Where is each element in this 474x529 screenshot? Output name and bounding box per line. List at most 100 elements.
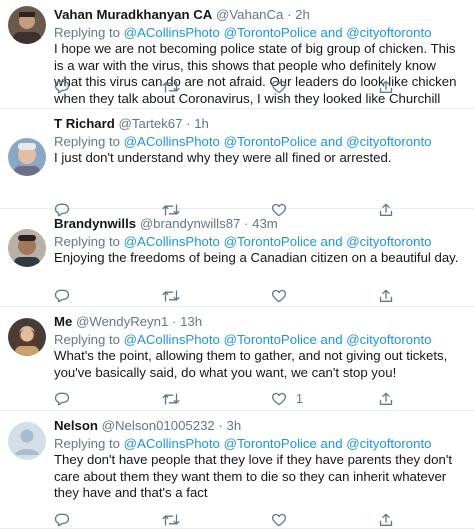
mention-link[interactable]: @cityoftoronto (346, 332, 431, 347)
mention-link[interactable]: @ACollinsPhoto (124, 332, 220, 347)
avatar[interactable] (8, 229, 46, 267)
separator-dot: · (244, 216, 249, 231)
reply-button[interactable] (54, 289, 70, 303)
share-button[interactable] (378, 80, 394, 94)
user-handle[interactable]: @WendyReyn1 (76, 314, 168, 329)
mention-link[interactable]: @ACollinsPhoto (124, 134, 220, 149)
avatar[interactable] (8, 422, 46, 460)
tweet-1[interactable]: Vahan Muradkhanyan CA @VahanCa · 2h Repl… (0, 0, 474, 109)
tweet-text: I just don't understand why they were al… (54, 150, 392, 165)
reply-button[interactable] (54, 80, 70, 94)
mention-link[interactable]: @ACollinsPhoto (124, 234, 220, 249)
replying-to: Replying to @ACollinsPhoto @TorontoPolic… (54, 436, 464, 451)
mention-link[interactable]: @TorontoPolice (224, 436, 317, 451)
tweet-text: I hope we are not becoming police state … (54, 41, 457, 106)
user-name[interactable]: Vahan Muradkhanyan CA (54, 7, 212, 22)
mention-link[interactable]: @ACollinsPhoto (124, 436, 220, 451)
retweet-button[interactable] (162, 80, 180, 94)
separator-dot: · (186, 116, 191, 131)
mention-link[interactable]: @cityoftoronto (346, 25, 431, 40)
mention-link[interactable]: @cityoftoronto (346, 234, 431, 249)
replying-to: Replying to @ACollinsPhoto @TorontoPolic… (54, 134, 464, 149)
share-icon (379, 289, 393, 302)
replying-to-label: Replying to (54, 332, 120, 347)
retweet-button[interactable] (162, 289, 180, 303)
tweet-5[interactable]: Nelson @Nelson01005232 · 3h Replying to … (0, 411, 474, 529)
share-button[interactable] (378, 289, 394, 303)
mention-link[interactable]: @TorontoPolice (224, 234, 317, 249)
retweet-icon (162, 393, 180, 405)
avatar[interactable] (8, 138, 46, 176)
replying-to-label: Replying to (54, 436, 120, 451)
user-handle[interactable]: @Tartek67 (119, 116, 183, 131)
tweet-header: T Richard @Tartek67 · 1h (54, 116, 464, 132)
tweet-header: Brandynwills @brandynwills87 · 43m (54, 216, 464, 232)
like-icon (271, 392, 287, 406)
reply-button[interactable] (54, 392, 70, 406)
share-button[interactable] (378, 392, 394, 406)
tweet-3[interactable]: Brandynwills @brandynwills87 · 43m Reply… (0, 209, 474, 307)
mention-link[interactable]: @cityoftoronto (346, 436, 431, 451)
retweet-button[interactable] (162, 392, 180, 406)
retweet-icon (162, 514, 180, 526)
timestamp[interactable]: 13h (180, 314, 202, 329)
reply-icon (54, 80, 70, 94)
tweet-text: What's the point, allowing them to gathe… (54, 348, 448, 380)
tweet-body: Me @WendyReyn1 · 13h Replying to @AColli… (54, 314, 464, 381)
like-icon (271, 289, 287, 303)
reply-icon (54, 513, 70, 527)
separator-dot: · (171, 314, 177, 329)
user-handle[interactable]: @Nelson01005232 (102, 418, 215, 433)
retweet-button[interactable] (162, 513, 180, 527)
tweet-actions: 1 (54, 392, 464, 406)
reply-icon (54, 392, 70, 406)
timestamp[interactable]: 43m (252, 216, 278, 231)
and-others-link[interactable]: and (321, 134, 343, 149)
timestamp[interactable]: 2h (295, 7, 310, 22)
tweet-body: T Richard @Tartek67 · 1h Replying to @AC… (54, 116, 464, 167)
user-handle[interactable]: @VahanCa (216, 7, 283, 22)
reply-button[interactable] (54, 513, 70, 527)
replying-to-label: Replying to (54, 25, 120, 40)
like-icon (271, 513, 287, 527)
tweet-4[interactable]: Me @WendyReyn1 · 13h Replying to @AColli… (0, 307, 474, 411)
replying-to-label: Replying to (54, 134, 120, 149)
replying-to: Replying to @ACollinsPhoto @TorontoPolic… (54, 234, 464, 249)
tweet-header: Nelson @Nelson01005232 · 3h (54, 418, 464, 434)
user-name[interactable]: T Richard (54, 116, 115, 131)
mention-link[interactable]: @TorontoPolice (224, 25, 317, 40)
tweet-body: Brandynwills @brandynwills87 · 43m Reply… (54, 216, 464, 267)
timestamp[interactable]: 1h (194, 116, 209, 131)
tweet-actions (54, 289, 464, 303)
user-name[interactable]: Me (54, 314, 72, 329)
retweet-icon (162, 81, 180, 93)
share-button[interactable] (378, 513, 394, 527)
mention-link[interactable]: @TorontoPolice (224, 332, 317, 347)
tweet-actions (54, 80, 464, 94)
like-button[interactable] (271, 289, 296, 303)
timestamp[interactable]: 3h (227, 418, 242, 433)
like-button[interactable] (271, 513, 296, 527)
tweet-2[interactable]: T Richard @Tartek67 · 1h Replying to @AC… (0, 109, 474, 217)
mention-link[interactable]: @cityoftoronto (346, 134, 431, 149)
avatar[interactable] (8, 6, 46, 44)
and-others-link[interactable]: and (321, 332, 343, 347)
reply-icon (54, 289, 70, 303)
avatar[interactable] (8, 318, 46, 356)
and-others-link[interactable]: and (321, 436, 343, 451)
mention-link[interactable]: @TorontoPolice (224, 134, 317, 149)
like-button[interactable]: 1 (271, 392, 303, 406)
mention-link[interactable]: @ACollinsPhoto (124, 25, 220, 40)
user-name[interactable]: Nelson (54, 418, 98, 433)
user-handle[interactable]: @brandynwills87 (140, 216, 241, 231)
replying-to-label: Replying to (54, 234, 120, 249)
and-others-link[interactable]: and (321, 234, 343, 249)
and-others-link[interactable]: and (321, 25, 343, 40)
separator-dot: · (218, 418, 223, 433)
separator-dot: · (287, 7, 292, 22)
tweet-actions (54, 513, 464, 527)
like-button[interactable] (271, 80, 296, 94)
reply-feed: Vahan Muradkhanyan CA @VahanCa · 2h Repl… (0, 0, 474, 529)
user-name[interactable]: Brandynwills (54, 216, 136, 231)
share-icon (379, 80, 393, 93)
